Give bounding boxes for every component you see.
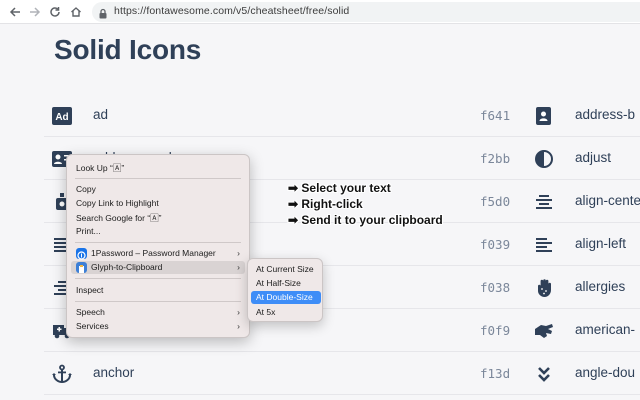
icon-row-address-book[interactable]: address-b	[528, 94, 640, 137]
menu-item-label: Look Up “🄰”	[76, 163, 125, 173]
menu-item-label: Print...	[76, 226, 101, 236]
annotation-step-1: ➡ Select your text	[288, 181, 391, 195]
icon-name: anchor	[93, 365, 135, 380]
angle-double-down-icon	[534, 364, 554, 384]
annotation-step-2: ➡ Right-click	[288, 197, 363, 211]
submenu-item-double-size[interactable]: At Double-Size	[251, 291, 321, 304]
submenu-item-label: At Half-Size	[256, 278, 301, 288]
icon-name: align-cente	[575, 193, 640, 208]
icon-row-align-left[interactable]: align-left	[528, 223, 640, 266]
icon-name: align-left	[575, 236, 627, 251]
icon-row-adjust[interactable]: adjust	[528, 137, 640, 180]
icon-name: angle-dou	[575, 365, 636, 380]
icon-code: f0f9	[480, 323, 511, 338]
icon-row-anchor[interactable]: anchor f13d	[44, 352, 528, 395]
glyph-to-clipboard-icon	[76, 262, 87, 273]
icon-row-ad[interactable]: Ad ad f641	[44, 94, 528, 137]
icon-code: f2bb	[480, 151, 511, 166]
icon-code: f13d	[480, 366, 511, 381]
menu-item-label: Services	[76, 321, 109, 331]
icon-code: f038	[480, 280, 511, 295]
lock-icon	[98, 6, 108, 24]
menu-item-label: Glyph-to-Clipboard	[91, 262, 163, 272]
align-center-icon	[534, 192, 554, 212]
menu-item-label: Copy	[76, 184, 96, 194]
icon-name: ad	[93, 107, 109, 122]
menu-item-search-google[interactable]: Search Google for “🄰”	[71, 211, 245, 224]
menu-item-inspect[interactable]: Inspect	[71, 284, 245, 297]
submenu-arrow-icon: ›	[237, 262, 240, 272]
icon-name: american-	[575, 322, 636, 337]
menu-item-copy-link-to-highlight[interactable]: Copy Link to Highlight	[71, 197, 245, 210]
reload-icon[interactable]	[46, 3, 64, 21]
submenu-item-half-size[interactable]: At Half-Size	[251, 277, 321, 290]
menu-item-copy[interactable]: Copy	[71, 183, 245, 196]
icon-code: f641	[480, 108, 511, 123]
menu-item-speech[interactable]: Speech ›	[71, 306, 245, 319]
menu-separator	[75, 301, 241, 302]
menu-item-label: Inspect	[76, 285, 104, 295]
submenu-item-label: At Current Size	[256, 264, 314, 274]
back-icon[interactable]	[6, 3, 24, 21]
icon-name: adjust	[575, 150, 612, 165]
menu-item-label: Copy Link to Highlight	[76, 198, 159, 208]
icon-name: allergies	[575, 279, 626, 294]
submenu-item-current-size[interactable]: At Current Size	[251, 263, 321, 276]
address-book-icon	[534, 106, 554, 126]
context-menu: Look Up “🄰” Copy Copy Link to Highlight …	[66, 154, 250, 338]
adjust-icon	[534, 149, 554, 169]
svg-text:Ad: Ad	[55, 112, 68, 123]
url-text: https://fontawesome.com/v5/cheatsheet/fr…	[114, 5, 350, 17]
menu-item-1password[interactable]: 1Password – Password Manager ›	[71, 247, 245, 260]
american-sign-language-icon	[534, 321, 554, 341]
menu-item-label: 1Password – Password Manager	[91, 248, 216, 258]
menu-item-glyph-to-clipboard[interactable]: Glyph-to-Clipboard ›	[71, 261, 245, 274]
annotation-step-3: ➡ Send it to your clipboard	[288, 213, 443, 227]
home-icon[interactable]	[67, 3, 85, 21]
icon-row-align-center[interactable]: align-cente	[528, 180, 640, 223]
icon-name: address-b	[575, 107, 636, 122]
allergies-icon	[534, 278, 554, 298]
submenu-item-5x[interactable]: At 5x	[251, 306, 321, 319]
icon-code: f5d0	[480, 194, 511, 209]
onepassword-icon	[76, 248, 87, 260]
menu-item-services[interactable]: Services ›	[71, 320, 245, 333]
menu-separator	[75, 242, 241, 243]
submenu-item-label: At 5x	[256, 307, 276, 317]
menu-item-label: Speech	[76, 307, 105, 317]
anchor-icon	[52, 364, 72, 384]
menu-item-look-up[interactable]: Look Up “🄰”	[71, 161, 245, 174]
glyph-submenu: At Current Size At Half-Size At Double-S…	[247, 258, 323, 322]
icon-row-angle-double-down[interactable]: angle-dou	[528, 352, 640, 395]
submenu-item-label: At Double-Size	[256, 292, 313, 302]
forward-icon[interactable]	[26, 3, 44, 21]
icon-row-allergies[interactable]: allergies	[528, 266, 640, 309]
browser-toolbar: https://fontawesome.com/v5/cheatsheet/fr…	[0, 0, 640, 24]
icon-code: f039	[480, 237, 511, 252]
submenu-arrow-icon: ›	[237, 248, 240, 258]
menu-separator	[75, 178, 241, 179]
page-title: Solid Icons	[54, 34, 202, 65]
menu-separator	[75, 278, 241, 279]
address-bar[interactable]: https://fontawesome.com/v5/cheatsheet/fr…	[92, 2, 640, 22]
icon-row-american-sign-language[interactable]: american-	[528, 309, 640, 352]
menu-item-print[interactable]: Print...	[71, 225, 245, 238]
ad-icon: Ad	[52, 106, 72, 126]
submenu-arrow-icon: ›	[237, 307, 240, 317]
submenu-arrow-icon: ›	[237, 321, 240, 331]
align-left-icon	[534, 235, 554, 255]
menu-item-label: Search Google for “🄰”	[76, 213, 162, 223]
